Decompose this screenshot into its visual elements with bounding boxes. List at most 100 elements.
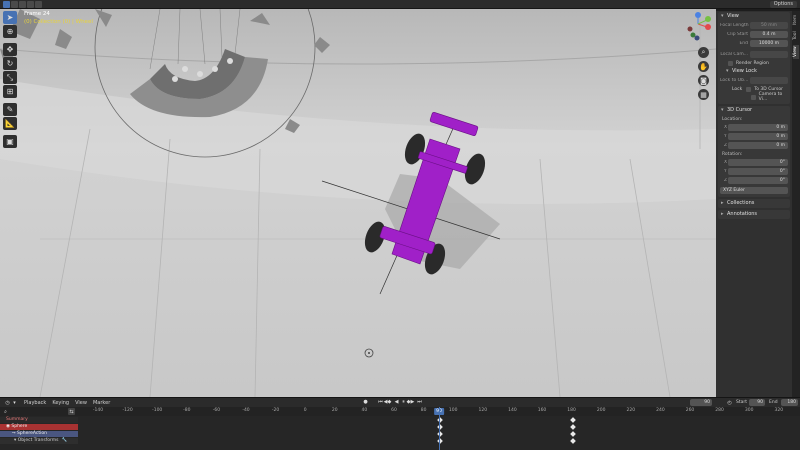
view-section: ▾ View Focal Length 50 mm Clip Start 0.4 m … bbox=[718, 12, 790, 104]
filter-toggle-icon[interactable]: ⇆ bbox=[68, 408, 75, 415]
scene-render bbox=[0, 9, 716, 397]
camera-to-view-checkbox[interactable] bbox=[751, 94, 756, 100]
view-section-header[interactable]: ▾ View bbox=[718, 12, 790, 21]
clip-end-field[interactable]: 10000 m bbox=[750, 39, 788, 47]
rotation-x-field[interactable]: 0° bbox=[728, 158, 788, 166]
channel-object[interactable]: ◉ Sphere bbox=[0, 424, 78, 430]
active-object-overlay-text: (0) Collection (0) | Wheel bbox=[24, 19, 93, 25]
ruler-tick: -100 bbox=[152, 408, 163, 413]
view-lock-header[interactable]: ▾ View Lock bbox=[718, 67, 790, 76]
rotate-icon[interactable]: ↻ bbox=[3, 57, 17, 70]
select-intersect-icon[interactable] bbox=[35, 1, 42, 8]
zoom-icon[interactable]: ⌕ bbox=[698, 47, 709, 58]
end-label: End bbox=[769, 400, 778, 405]
clock-icon[interactable]: ◷ bbox=[4, 399, 11, 406]
select-invert-icon[interactable] bbox=[27, 1, 34, 8]
tab-view[interactable]: View bbox=[793, 45, 799, 59]
move-icon[interactable]: ✥ bbox=[3, 43, 17, 56]
playhead-line[interactable] bbox=[439, 407, 440, 450]
tab-tool[interactable]: Tool bbox=[793, 29, 799, 43]
options-dropdown[interactable]: Options bbox=[769, 1, 797, 8]
annotate-icon[interactable]: ✎ bbox=[3, 103, 17, 116]
add-cube-icon[interactable]: ▣ bbox=[3, 135, 17, 148]
ruler-tick: -140 bbox=[92, 408, 104, 413]
transform-icon[interactable]: ⊞ bbox=[3, 85, 17, 98]
scale-icon[interactable]: ⤡ bbox=[3, 71, 17, 84]
channel-group[interactable]: ▾ Object Transforms 🔧 bbox=[0, 438, 78, 444]
3d-cursor-header[interactable]: ▾ 3D Cursor bbox=[718, 106, 790, 115]
camera-view-icon[interactable]: ◙ bbox=[698, 75, 709, 86]
menu-marker[interactable]: Marker bbox=[93, 400, 110, 406]
select-box-icon[interactable] bbox=[3, 1, 10, 8]
location-z-field[interactable]: 0 m bbox=[728, 141, 788, 149]
channel-action[interactable]: ⤳ SphereAction bbox=[0, 431, 78, 437]
keyframe[interactable] bbox=[570, 431, 576, 437]
ruler-tick: 320 bbox=[774, 408, 784, 413]
ruler-tick: 260 bbox=[685, 408, 695, 413]
keyframe[interactable] bbox=[570, 417, 576, 423]
perspective-toggle-icon[interactable]: ▦ bbox=[698, 89, 709, 100]
select-extend-icon[interactable] bbox=[11, 1, 18, 8]
chevron-down-icon[interactable]: ▾ bbox=[11, 399, 18, 406]
location-y-field[interactable]: 0 m bbox=[728, 132, 788, 140]
start-frame-field[interactable]: 90 bbox=[749, 399, 765, 406]
3d-cursor-section: ▾ 3D Cursor Location: X0 m Y0 m Z0 m Rota… bbox=[718, 106, 790, 197]
tab-item[interactable]: Item bbox=[793, 13, 799, 27]
jump-end-icon[interactable]: ⏭ bbox=[416, 398, 423, 405]
next-key-icon[interactable]: ◆▶ bbox=[407, 398, 415, 405]
measure-icon[interactable]: 📐 bbox=[3, 117, 17, 130]
ruler-tick: 160 bbox=[537, 408, 547, 413]
current-frame-field[interactable]: 90 bbox=[690, 399, 712, 406]
rotation-mode-dropdown[interactable]: XYZ Euler bbox=[720, 186, 788, 194]
annotations-header: Annotations bbox=[727, 211, 758, 217]
dope-sheet[interactable]: Summary ◉ Sphere ⤳ SphereAction ▾ Object… bbox=[0, 416, 800, 450]
keyframe[interactable] bbox=[570, 438, 576, 444]
local-camera-label: Local Cam... bbox=[720, 51, 748, 57]
select-icon[interactable]: ➤ bbox=[3, 11, 17, 24]
focal-length-label: Focal Length bbox=[720, 22, 749, 28]
prev-key-icon[interactable]: ◀◆ bbox=[384, 398, 392, 405]
cursor-icon[interactable]: ⊕ bbox=[3, 25, 17, 38]
lock-to-cursor-checkbox[interactable] bbox=[746, 86, 752, 92]
rotation-label: Rotation: bbox=[722, 152, 743, 157]
sidebar-n-panel: ▾ View Focal Length 50 mm Clip Start 0.4 m … bbox=[716, 11, 792, 397]
lock-to-object-field[interactable] bbox=[750, 76, 788, 84]
rotation-z-field[interactable]: 0° bbox=[728, 176, 788, 184]
ruler-tick: 200 bbox=[596, 408, 606, 413]
annotations-section[interactable]: ▸ Annotations bbox=[718, 210, 790, 219]
start-label: Start bbox=[736, 400, 747, 405]
location-x-field[interactable]: 0 m bbox=[728, 123, 788, 131]
ruler-tick: 80 bbox=[420, 408, 427, 413]
render-region-label: Render Region bbox=[736, 60, 769, 66]
menu-view[interactable]: View bbox=[75, 400, 87, 406]
ruler-tick: 280 bbox=[715, 408, 724, 413]
focal-length-field[interactable]: 50 mm bbox=[750, 21, 788, 29]
collections-section[interactable]: ▸ Collections bbox=[718, 199, 790, 208]
record-icon[interactable]: ● bbox=[362, 398, 369, 405]
ruler-tick: 300 bbox=[744, 408, 754, 413]
camera-to-view-label: Camera to Vi... bbox=[758, 92, 783, 102]
render-region-checkbox[interactable] bbox=[728, 60, 733, 66]
frame-ruler[interactable]: ⌕ ⇆ -140 -120 -100 -80 -60 -40 -20 0 20 40 60 80 100… bbox=[0, 407, 800, 416]
menu-playback[interactable]: Playback bbox=[24, 400, 46, 406]
location-y-label: Y bbox=[724, 133, 727, 139]
end-frame-field[interactable]: 180 bbox=[781, 399, 798, 406]
ruler-tick: -120 bbox=[122, 408, 133, 413]
rotation-y-label: Y bbox=[724, 168, 727, 174]
rotation-z-label: Z bbox=[724, 177, 728, 183]
location-label: Location: bbox=[722, 117, 743, 122]
ruler-tick: 60 bbox=[391, 408, 397, 413]
channel-summary[interactable]: Summary bbox=[0, 417, 78, 423]
play-reverse-icon[interactable]: ◀ bbox=[393, 398, 400, 405]
stopwatch-icon[interactable]: ◴ bbox=[726, 399, 733, 406]
local-camera-field[interactable] bbox=[750, 50, 788, 58]
menu-keying[interactable]: Keying bbox=[52, 400, 69, 406]
clip-start-field[interactable]: 0.4 m bbox=[750, 30, 788, 38]
pan-hand-icon[interactable]: ✋ bbox=[698, 61, 709, 72]
select-subtract-icon[interactable] bbox=[19, 1, 26, 8]
rotation-y-field[interactable]: 0° bbox=[728, 167, 788, 175]
keyframe[interactable] bbox=[570, 424, 576, 430]
search-icon[interactable]: ⌕ bbox=[2, 408, 9, 415]
3d-viewport[interactable]: Frame 24 (0) Collection (0) | Wheel ⌕ ✋ … bbox=[0, 9, 716, 397]
ruler-tick: 240 bbox=[656, 408, 665, 413]
